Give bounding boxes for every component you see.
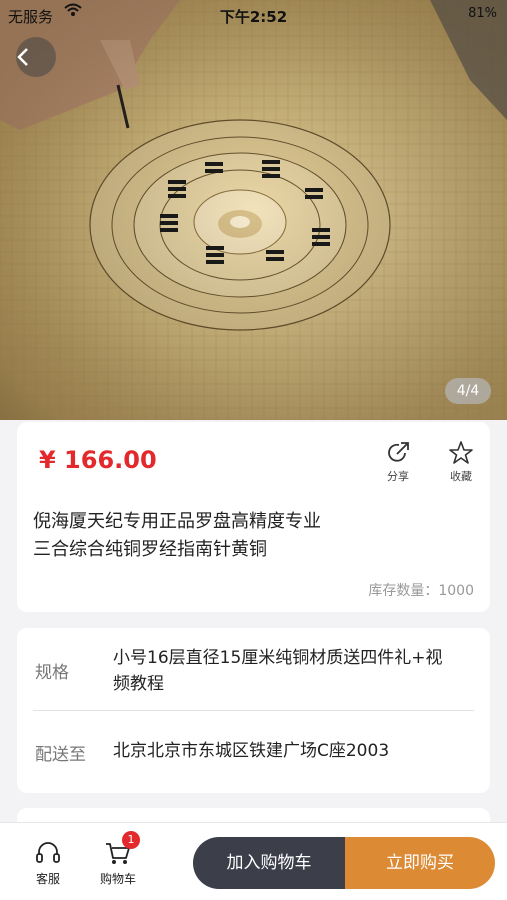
favorite-label: 收藏 bbox=[450, 470, 472, 483]
spec-card: 规格 小号16层直径15厘米纯铜材质送四件礼+视 频教程 配送至 北京北京市东城… bbox=[17, 628, 490, 793]
headset-icon bbox=[36, 842, 60, 863]
buy-now-button[interactable]: 立即购买 bbox=[345, 837, 495, 889]
spec-value-line1: 小号16层直径15厘米纯铜材质送四件礼+视 bbox=[113, 648, 443, 668]
stock-quantity: 库存数量：1000 bbox=[368, 583, 474, 599]
chevron-left-icon bbox=[17, 48, 28, 66]
product-gallery[interactable]: 无服务 下午2:52 81% 4/4 bbox=[0, 0, 507, 420]
star-icon bbox=[449, 441, 473, 464]
product-title-line2: 三合综合纯铜罗经指南针黄铜 bbox=[33, 539, 267, 560]
share-button[interactable]: 分享 bbox=[375, 440, 421, 484]
gallery-pager: 4/4 bbox=[445, 378, 491, 404]
spec-value-line2: 频教程 bbox=[113, 674, 164, 694]
delivery-address: 北京北京市东城区铁建广场C座2003 bbox=[113, 741, 390, 761]
bottom-action-bar: 客服 1 购物车 加入购物车 立即购买 bbox=[0, 822, 507, 900]
delivery-label: 配送至 bbox=[35, 745, 86, 765]
status-bar: 无服务 下午2:52 81% bbox=[0, 0, 507, 30]
customer-service-button[interactable]: 客服 bbox=[18, 839, 78, 887]
favorite-button[interactable]: 收藏 bbox=[438, 440, 484, 484]
product-title-line1: 倪海厦天纪专用正品罗盘高精度专业 bbox=[33, 511, 321, 532]
cart-label: 购物车 bbox=[99, 872, 136, 886]
share-icon bbox=[388, 442, 409, 462]
spec-label: 规格 bbox=[35, 663, 69, 683]
divider bbox=[33, 710, 474, 711]
back-button[interactable] bbox=[16, 37, 56, 77]
status-time: 下午2:52 bbox=[219, 8, 288, 26]
product-info-card: ¥ 166.00 分享 收藏 倪海厦天纪专用正品罗盘高精度专业 三合综合纯铜罗经… bbox=[17, 422, 490, 612]
product-price: ¥ 166.00 bbox=[39, 446, 157, 474]
cart-button[interactable]: 1 购物车 bbox=[88, 831, 148, 887]
share-label: 分享 bbox=[387, 470, 409, 483]
product-title: 倪海厦天纪专用正品罗盘高精度专业 三合综合纯铜罗经指南针黄铜 bbox=[33, 508, 463, 564]
cart-count-badge: 1 bbox=[122, 831, 140, 849]
compass-photo bbox=[0, 0, 507, 420]
spec-value: 小号16层直径15厘米纯铜材质送四件礼+视 频教程 bbox=[113, 645, 473, 697]
battery-percent: 81% bbox=[468, 6, 497, 21]
add-to-cart-button[interactable]: 加入购物车 bbox=[193, 837, 345, 889]
customer-service-label: 客服 bbox=[35, 872, 60, 886]
